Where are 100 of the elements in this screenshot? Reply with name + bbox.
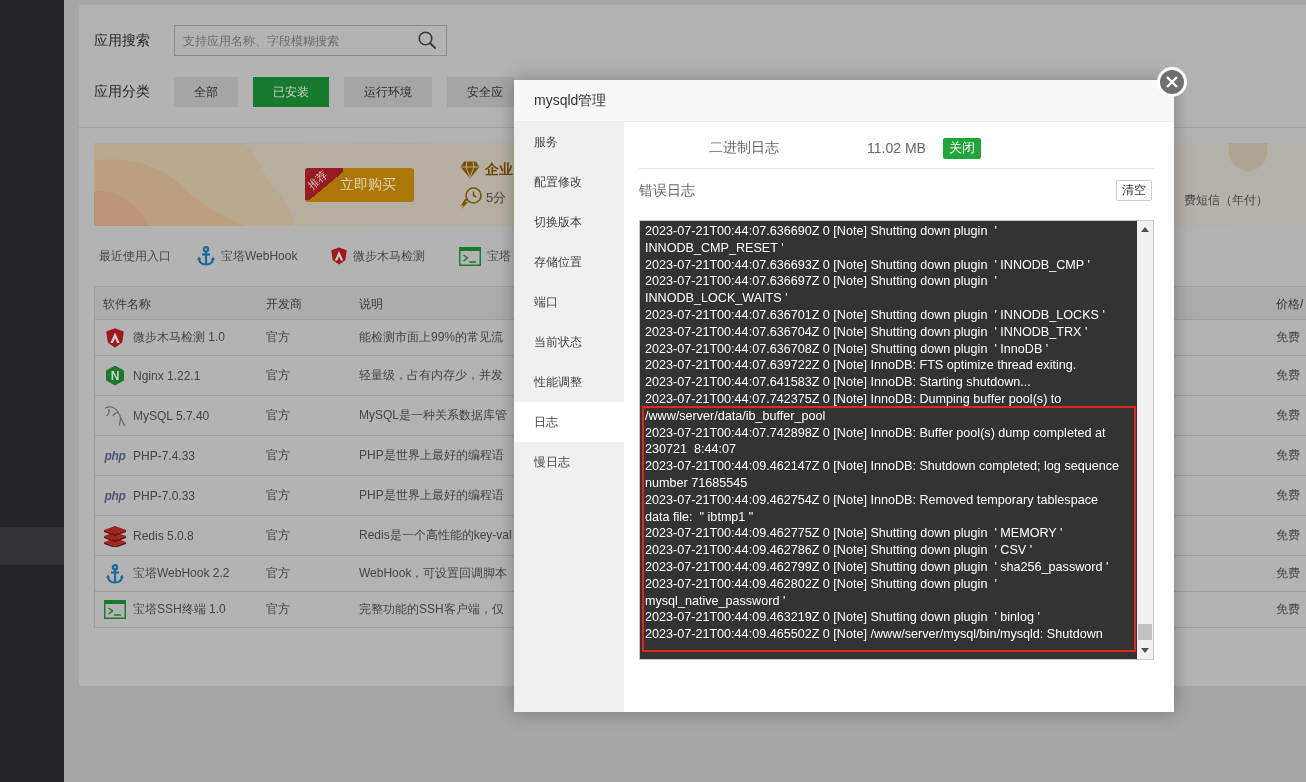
- nav-item[interactable]: 配置修改: [514, 162, 624, 202]
- diamond-icon: [460, 160, 480, 179]
- binlog-label: 二进制日志: [709, 139, 780, 157]
- nav-item[interactable]: 性能调整: [514, 362, 624, 402]
- nav-item[interactable]: 存储位置: [514, 242, 624, 282]
- log-line: /www/server/data/ib_buffer_pool: [645, 407, 827, 425]
- log-line: 2023-07-21T00:44:09.462754Z 0 [Note] InnoDB: Removed temporary tablespace: [645, 491, 1099, 509]
- recent-link[interactable]: 微步木马检测: [353, 247, 426, 265]
- log-line: INNODB_CMP_RESET ': [645, 239, 784, 257]
- table-cell: 官方: [266, 407, 290, 424]
- shield-icon: [106, 327, 124, 348]
- log-line: 2023-07-21T00:44:07.636690Z 0 [Note] Shutting down plugin ': [645, 223, 997, 240]
- software-name: MySQL 5.7.40: [133, 408, 210, 423]
- table-cell: 免费: [1276, 367, 1300, 384]
- log-line: INNODB_LOCK_WAITS ': [645, 290, 788, 307]
- table-cell: PHP是世界上最好的编程语: [359, 447, 504, 464]
- php-logo: php: [104, 487, 126, 504]
- anchor-icon: [106, 563, 124, 584]
- search-field[interactable]: 支持应用名称、字段模糊搜索: [174, 25, 447, 56]
- column-header: 说明: [358, 296, 383, 311]
- error-log-label: 错误日志: [639, 181, 695, 200]
- log-line: 2023-07-21T00:44:07.636704Z 0 [Note] Shutting down plugin ' INNODB_TRX ': [645, 323, 1088, 341]
- hexagon-logo: N: [106, 365, 124, 386]
- table-cell: MySQL是一种关系数据库管: [359, 407, 507, 424]
- log-line: mysql_native_password ': [645, 592, 787, 610]
- table-cell: 官方: [266, 601, 290, 618]
- log-line: 2023-07-21T00:44:07.636708Z 0 [Note] Shutting down plugin ' InnoDB ': [645, 340, 1049, 358]
- clock-icon: [460, 186, 482, 209]
- feature-text: 5分: [486, 188, 507, 207]
- category-label: 应用分类: [94, 83, 151, 101]
- log-line: 2023-07-21T00:44:09.462147Z 0 [Note] InnoDB: Shutdown completed; log sequence: [645, 458, 1120, 475]
- recent-label: 最近使用入口: [99, 247, 171, 265]
- table-cell: 官方: [266, 527, 290, 544]
- recent-link[interactable]: 宝塔: [487, 247, 512, 265]
- php-logo: php: [104, 447, 126, 464]
- log-line: 2023-07-21T00:44:07.639722Z 0 [Note] InnoDB: FTS optimize thread exiting.: [645, 357, 1077, 375]
- caret-down-icon[interactable]: [1141, 648, 1149, 653]
- error-log-field[interactable]: [639, 220, 1154, 660]
- table-cell: 官方: [266, 329, 290, 346]
- terminal-icon: [459, 246, 482, 266]
- log-line: 2023-07-21T00:44:09.462802Z 0 [Note] Shutting down plugin ': [645, 575, 998, 593]
- close-icon[interactable]: [1166, 76, 1178, 88]
- category-button[interactable]: 已安装: [253, 77, 329, 107]
- log-line: 2023-07-21T00:44:07.742375Z 0 [Note] InnoDB: Dumping buffer pool(s) to: [645, 390, 1062, 408]
- nav-item[interactable]: 日志: [514, 402, 624, 442]
- table-cell: 免费: [1276, 601, 1300, 618]
- buy-now-button[interactable]: 推荐 立即购买: [305, 167, 414, 202]
- table-cell: 官方: [266, 487, 290, 504]
- log-line: 2023-07-21T00:44:09.462799Z 0 [Note] Shutting down plugin ' sha256_password ': [645, 558, 1110, 576]
- table-cell: 免费: [1276, 487, 1300, 504]
- table-cell: 完整功能的SSH客户端，仅: [359, 601, 504, 618]
- log-line: 2023-07-21T00:44:09.462775Z 0 [Note] Shutting down plugin ' MEMORY ': [645, 525, 1064, 543]
- table-cell: 官方: [266, 447, 290, 464]
- table-cell: 能检测市面上99%的常见流: [359, 329, 504, 346]
- anchor-icon: [197, 246, 215, 266]
- dolphin-icon: [104, 404, 126, 427]
- dialog-title: mysqld管理: [534, 91, 607, 110]
- feature-title: 企业: [485, 160, 513, 179]
- software-name: Redis 5.0.8: [133, 528, 194, 543]
- table-cell: 官方: [266, 367, 290, 384]
- software-name: Nginx 1.22.1: [133, 368, 201, 383]
- column-header: 开发商: [265, 296, 302, 311]
- log-line: number 71685545: [645, 474, 749, 492]
- stacked-cubes-icon: [103, 524, 127, 547]
- log-line: 2023-07-21T00:44:09.465502Z 0 [Note] /www/server/mysql/bin/mysqld: Shutdown: [645, 626, 1104, 643]
- log-line: 2023-07-21T00:44:07.641583Z 0 [Note] InnoDB: Starting shutdown...: [645, 374, 1031, 391]
- column-header: 价格/: [1275, 296, 1304, 311]
- log-line: 2023-07-21T00:44:07.636701Z 0 [Note] Shutting down plugin ' INNODB_LOCKS ': [645, 307, 1105, 324]
- log-line: 2023-07-21T00:44:09.462786Z 0 [Note] Shutting down plugin ' CSV ': [645, 542, 1034, 559]
- table-cell: 免费: [1276, 407, 1300, 424]
- feature-text: 费短信（年付）: [1184, 192, 1268, 209]
- nav-item[interactable]: 端口: [514, 282, 624, 322]
- table-cell: PHP是世界上最好的编程语: [359, 487, 504, 504]
- shield-icon: [331, 247, 348, 265]
- log-line: data file: " ibtmp1 ": [645, 508, 755, 526]
- log-line: 2023-07-21T00:44:09.463219Z 0 [Note] Shutting down plugin ' binlog ': [645, 609, 1041, 627]
- scrollbar[interactable]: [1137, 221, 1153, 659]
- nav-item[interactable]: 切换版本: [514, 202, 624, 242]
- nav-item[interactable]: 当前状态: [514, 322, 624, 362]
- software-name: PHP-7.0.33: [133, 488, 196, 503]
- nav-item[interactable]: 服务: [514, 122, 624, 162]
- category-button[interactable]: 运行环境: [344, 77, 432, 107]
- search-icon[interactable]: [418, 31, 436, 49]
- recent-link[interactable]: 宝塔WebHook: [221, 247, 298, 265]
- scrollbar-thumb[interactable]: [1138, 624, 1152, 640]
- table-cell: 官方: [266, 565, 290, 582]
- log-line: 2023-07-21T00:44:07.636693Z 0 [Note] Shutting down plugin ' INNODB_CMP ': [645, 256, 1090, 274]
- log-line: 230721 8:44:07: [645, 441, 738, 459]
- column-header: 软件名称: [102, 296, 151, 311]
- category-button[interactable]: 安全应: [447, 77, 514, 107]
- table-cell: 轻量级，占有内存少，并发: [359, 367, 503, 384]
- clear-button[interactable]: 清空: [1116, 180, 1152, 201]
- nav-item[interactable]: 慢日志: [514, 442, 624, 482]
- log-line: 2023-07-21T00:44:07.742898Z 0 [Note] InnoDB: Buffer pool(s) dump completed at: [645, 424, 1107, 442]
- log-line: 2023-07-21T00:44:07.636697Z 0 [Note] Shutting down plugin ': [645, 273, 997, 291]
- category-button[interactable]: 全部: [174, 77, 238, 107]
- software-name: 宝塔WebHook 2.2: [133, 565, 230, 582]
- table-cell: 免费: [1276, 329, 1300, 346]
- search-label: 应用搜索: [94, 31, 151, 50]
- software-name: 微步木马检测 1.0: [133, 329, 225, 346]
